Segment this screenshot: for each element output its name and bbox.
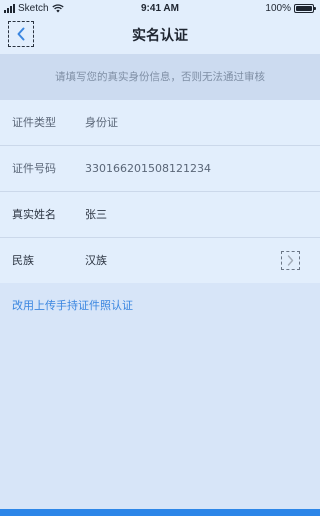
id-type-label: 证件类型	[12, 116, 56, 129]
battery-fill	[296, 6, 312, 11]
notice-banner: 请填写您的真实身份信息，否则无法通过审核	[0, 54, 320, 100]
chevron-right-icon	[287, 255, 294, 266]
id-number-label: 证件号码	[12, 162, 56, 175]
real-name-row[interactable]: 真实姓名 张三	[0, 192, 320, 238]
id-number-row[interactable]: 证件号码 330166201508121234	[0, 146, 320, 192]
battery-icon	[294, 4, 316, 13]
nav-bar: 实名认证	[0, 18, 320, 54]
status-bar: Sketch 9:41 AM 100%	[0, 0, 320, 18]
upload-handheld-id-link[interactable]: 改用上传手持证件照认证	[12, 297, 133, 313]
id-number-field[interactable]: 330166201508121234	[85, 146, 211, 192]
real-name-label: 真实姓名	[12, 208, 56, 221]
ethnicity-label: 民族	[12, 254, 34, 267]
ethnicity-row[interactable]: 民族 汉族	[0, 238, 320, 283]
id-type-value: 身份证	[85, 116, 118, 129]
identity-form: 证件类型 身份证 证件号码 330166201508121234 真实姓名 张三…	[0, 100, 320, 283]
id-type-row[interactable]: 证件类型 身份证	[0, 100, 320, 146]
status-right: 100%	[265, 3, 316, 14]
bottom-action-bar[interactable]	[0, 509, 320, 516]
page-title: 实名认证	[132, 28, 188, 44]
ethnicity-select-button[interactable]	[281, 251, 300, 270]
battery-percent: 100%	[265, 3, 291, 14]
real-name-field[interactable]: 张三	[85, 192, 107, 238]
ethnicity-value: 汉族	[85, 254, 107, 267]
